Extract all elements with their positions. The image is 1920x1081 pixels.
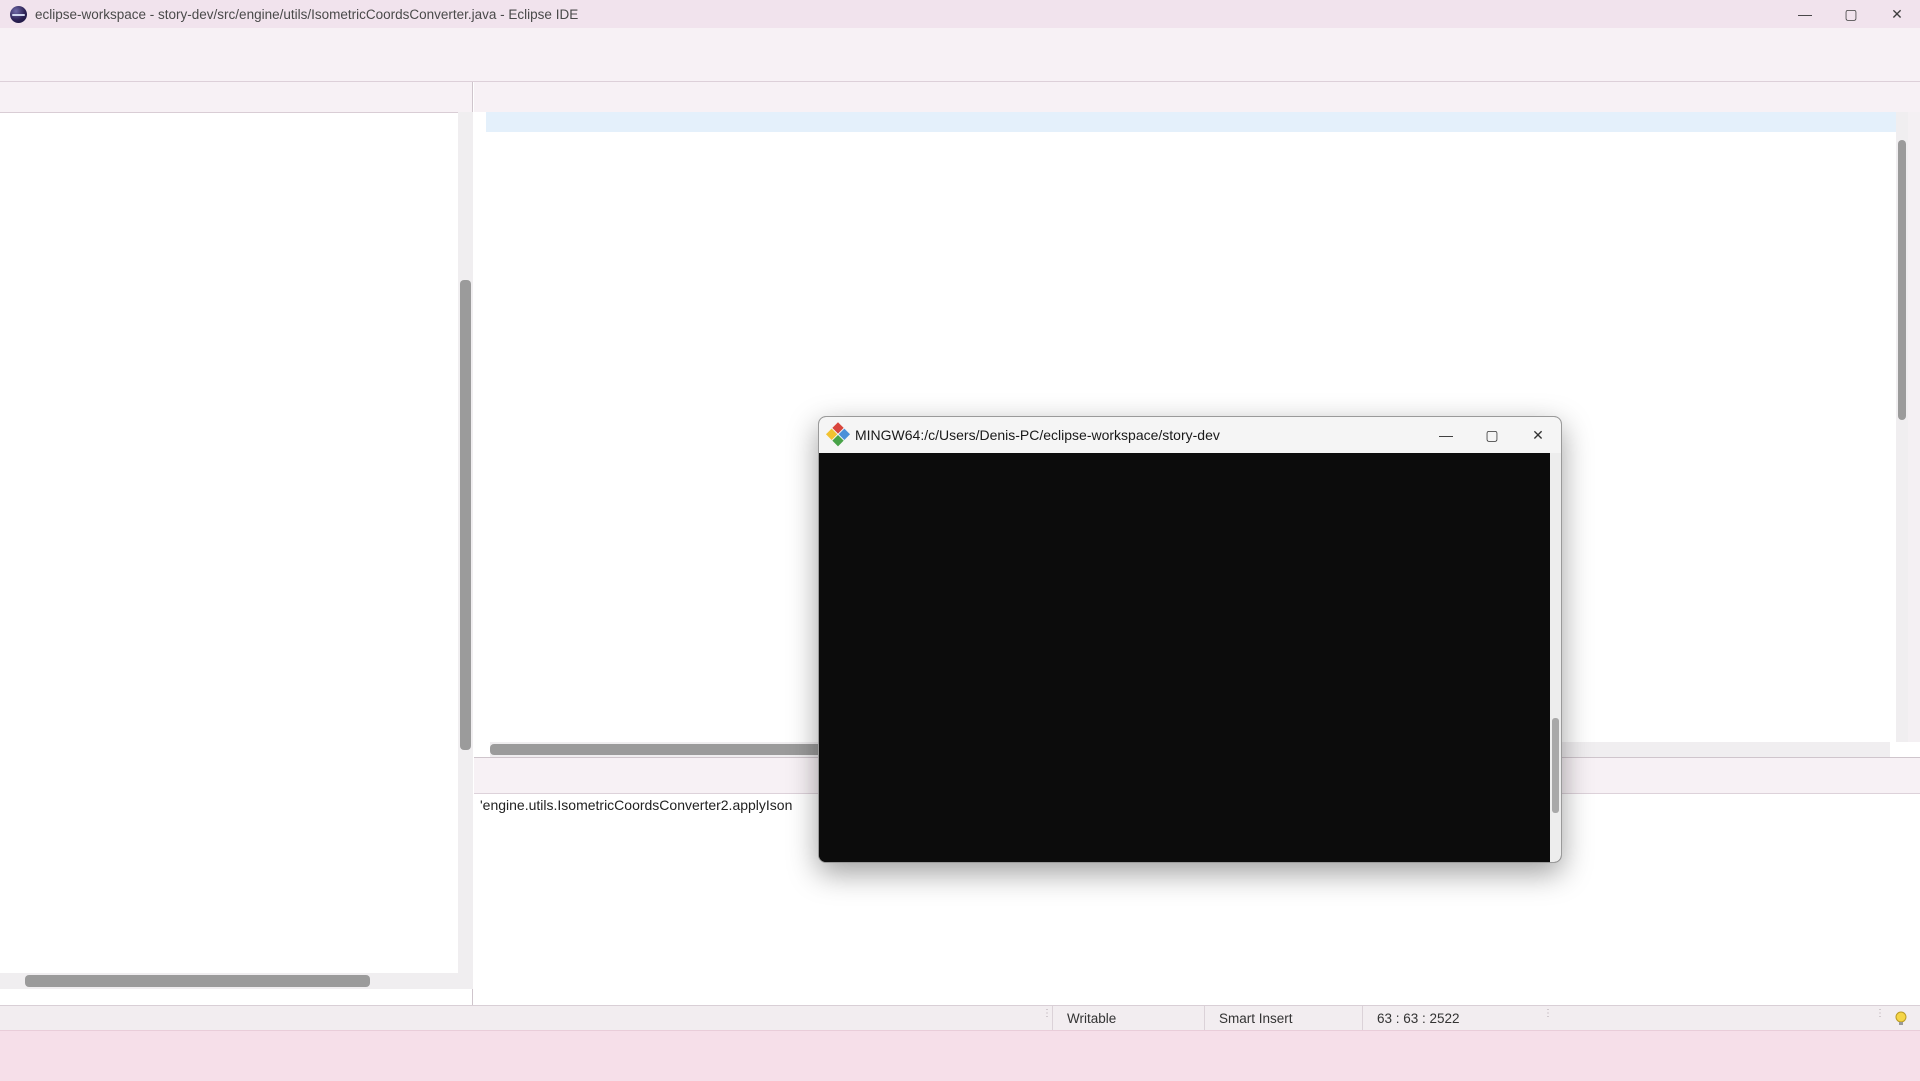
menu-bar [0, 28, 1920, 54]
git-bash-icon [825, 422, 850, 447]
window-minimize-button[interactable]: — [1782, 0, 1828, 28]
main-toolbar [0, 54, 1920, 82]
editor-tab-row [474, 82, 1920, 113]
terminal-title: MINGW64:/c/Users/Denis-PC/eclipse-worksp… [855, 427, 1220, 443]
explorer-tab-row [0, 82, 472, 113]
package-explorer-panel [0, 82, 473, 1005]
window-maximize-button[interactable]: ▢ [1828, 0, 1874, 28]
terminal-output[interactable] [819, 453, 1561, 862]
writable-status: Writable [1052, 1006, 1204, 1031]
lightbulb-icon[interactable] [1894, 1010, 1908, 1028]
current-line-highlight [486, 112, 1896, 132]
taskbar [0, 1030, 1920, 1081]
window-title: eclipse-workspace - story-dev/src/engine… [35, 7, 578, 22]
terminal-close-button[interactable]: ✕ [1515, 417, 1561, 453]
package-explorer-tree[interactable] [0, 112, 458, 989]
terminal-scrollbar[interactable] [1550, 453, 1561, 862]
caret-position-status[interactable]: 63 : 63 : 2522 [1362, 1006, 1530, 1031]
package-tree-vscrollbar[interactable] [458, 112, 473, 989]
eclipse-logo-icon [10, 6, 27, 23]
terminal-window[interactable]: MINGW64:/c/Users/Denis-PC/eclipse-worksp… [818, 416, 1562, 863]
insert-mode-status: Smart Insert [1204, 1006, 1362, 1031]
terminal-maximize-button[interactable]: ▢ [1469, 417, 1515, 453]
status-bar: ⋮ Writable Smart Insert 63 : 63 : 2522 ⋮… [0, 1005, 1920, 1031]
window-close-button[interactable]: ✕ [1874, 0, 1920, 28]
terminal-minimize-button[interactable]: — [1423, 417, 1469, 453]
editor-overview-ruler[interactable] [1908, 112, 1920, 742]
statusbar-handle: ⋮ [1042, 1011, 1046, 1026]
statusbar-handle: ⋮ [1543, 1011, 1547, 1026]
window-titlebar: eclipse-workspace - story-dev/src/engine… [0, 0, 1920, 29]
statusbar-handle: ⋮ [1875, 1011, 1879, 1026]
editor-vscrollbar[interactable] [1896, 112, 1908, 742]
package-tree-hscrollbar[interactable] [0, 973, 458, 989]
terminal-titlebar[interactable]: MINGW64:/c/Users/Denis-PC/eclipse-worksp… [819, 417, 1561, 454]
